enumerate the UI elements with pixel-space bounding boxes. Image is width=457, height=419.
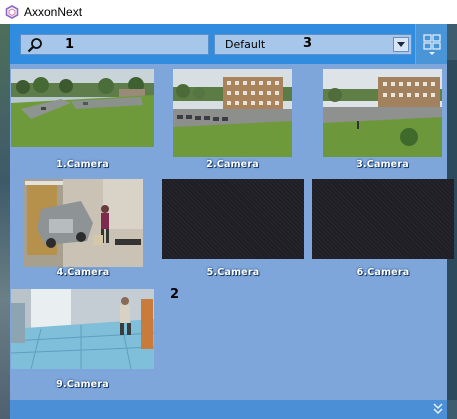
- camera-tile-3[interactable]: 3.Camera: [323, 69, 442, 179]
- area-badge: 2: [170, 287, 180, 302]
- camera-feed-4: [23, 179, 143, 267]
- title-bar: AxxonNext: [0, 0, 457, 24]
- camera-label-3: 3.Camera: [356, 159, 409, 170]
- background-left: [0, 24, 10, 419]
- camera-label-5: 5.Camera: [206, 267, 260, 278]
- layout-badge: 3: [303, 36, 313, 51]
- camera-feed-3: [323, 69, 442, 157]
- axxon-logo-icon: [5, 5, 19, 19]
- camera-feed-6-no-signal: [312, 179, 454, 259]
- dropdown-button[interactable]: [393, 37, 409, 52]
- camera-feed-2: [173, 69, 292, 157]
- search-value: 1: [65, 37, 75, 52]
- search-icon: [27, 38, 42, 53]
- camera-tile-5[interactable]: 5.Camera: [162, 179, 304, 281]
- bottom-bar: [10, 400, 447, 419]
- camera-feed-5-no-signal: [162, 179, 304, 259]
- camera-tile-1[interactable]: 1.Camera: [11, 69, 154, 179]
- camera-label-1: 1.Camera: [56, 159, 109, 170]
- camera-label-4: 4.Camera: [56, 267, 110, 278]
- camera-feed-1: [11, 69, 154, 147]
- double-chevron-down-icon[interactable]: [433, 403, 443, 415]
- camera-panel: 1 Default 3 1.Camera 2.Camera 3.Camera 4…: [10, 24, 454, 419]
- camera-tile-9[interactable]: 9.Camera: [11, 289, 154, 395]
- grid-layout-icon: [423, 34, 441, 55]
- camera-label-6: 6.Camera: [356, 267, 410, 278]
- camera-tile-2[interactable]: 2.Camera: [173, 69, 292, 179]
- chevron-down-icon: [397, 42, 405, 47]
- layouts-button[interactable]: [415, 24, 447, 64]
- camera-label-9: 9.Camera: [56, 379, 109, 390]
- camera-label-2: 2.Camera: [206, 159, 259, 170]
- camera-tile-4[interactable]: 4.Camera: [23, 179, 143, 281]
- camera-feed-9: [11, 289, 154, 369]
- toolbar: 1 Default 3: [10, 24, 447, 64]
- layout-select[interactable]: Default 3: [214, 34, 412, 55]
- camera-tile-6[interactable]: 6.Camera: [312, 179, 454, 281]
- window-title: AxxonNext: [24, 5, 83, 19]
- search-input[interactable]: 1: [20, 34, 209, 55]
- layout-selected-value: Default: [225, 38, 266, 51]
